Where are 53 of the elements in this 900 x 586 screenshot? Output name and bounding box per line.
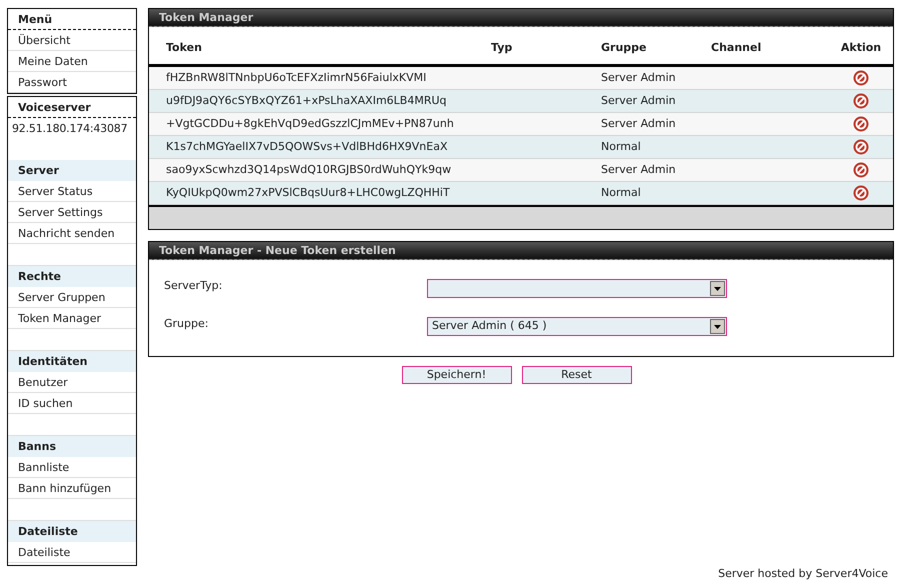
save-button[interactable]: Speichern! [402,366,512,384]
delete-icon[interactable] [853,139,869,155]
delete-icon[interactable] [853,185,869,201]
column-header: Typ [491,40,512,54]
panel-header: Token Manager [149,9,893,27]
column-header: Gruppe [601,40,646,54]
delete-icon[interactable] [853,70,869,86]
sidebar-link[interactable]: Nachricht senden [8,223,136,244]
delete-icon[interactable] [853,93,869,109]
sidebar-link[interactable]: ID suchen [8,393,136,414]
token-cell: fHZBnRW8lTNnbpU6oTcEFXzIimrN56FaiulxKVMI [166,70,426,84]
reset-button[interactable]: Reset [522,366,632,384]
group-cell: Server Admin [601,162,676,176]
token-cell: sao9yxScwhzd3Q14psWdQ10RGJBS0rdWuhQYk9qw [166,162,452,176]
group-cell: Server Admin [601,94,676,107]
section-heading: Rechte [8,266,136,287]
select-field[interactable] [427,279,727,298]
token-cell: KyQIUkpQ0wm27xPVSlCBqsUur8+LHC0wgLZQHHiT [166,186,450,199]
token-cell: u9fDJ9aQY6cSYBxQYZ61+xPsLhaXAXIm6LB4MRUq [166,94,447,107]
field-label: ServerTyp: [164,278,224,294]
token-cell: +VgtGCDDu+8gkEhVqD9edGszzlCJmMEv+PN87unh [166,116,454,130]
sidebar-heading: Voiceserver [8,97,136,118]
sidebar-link[interactable]: Bannliste [8,457,136,478]
column-header: Token [166,40,202,54]
server-address: 92.51.180.174:43087 [11,121,128,137]
group-cell: Server Admin [601,116,676,130]
section-heading: Banns [8,436,136,457]
sidebar-link[interactable]: Dateiliste [8,542,136,563]
group-cell: Server Admin [601,70,676,84]
delete-icon[interactable] [853,162,869,178]
sidebar-link[interactable]: Benutzer [8,372,136,393]
sidebar-link[interactable]: Token Manager [8,308,136,329]
delete-icon[interactable] [853,116,869,132]
sidebar-link[interactable]: Server Gruppen [8,287,136,308]
sidebar-link[interactable]: Meine Daten [8,51,136,72]
column-header: Aktion [840,40,882,54]
footer-text: Server hosted by Server4Voice [718,566,888,582]
select-field[interactable]: Server Admin ( 645 ) [427,317,727,336]
section-heading: Server [8,160,136,181]
token-cell: K1s7chMGYaelIX7vD5QOWSvs+VdlBHd6HX9VnEaX [166,140,448,153]
section-heading: Identitäten [8,351,136,372]
group-cell: Normal [601,186,641,199]
sidebar-link[interactable]: Übersicht [8,30,136,51]
sidebar-link[interactable]: Server Status [8,181,136,202]
column-header: Channel [711,40,762,54]
sidebar-link[interactable]: Passwort [8,72,136,93]
sidebar-heading: Menü [8,9,136,30]
section-heading: Dateiliste [8,521,136,542]
sidebar-link[interactable]: Server Settings [8,202,136,223]
panel-header: Token Manager - Neue Token erstellen [149,242,893,260]
sidebar-link[interactable]: Bann hinzufügen [8,478,136,499]
group-cell: Normal [601,140,641,153]
field-label: Gruppe: [164,316,210,332]
